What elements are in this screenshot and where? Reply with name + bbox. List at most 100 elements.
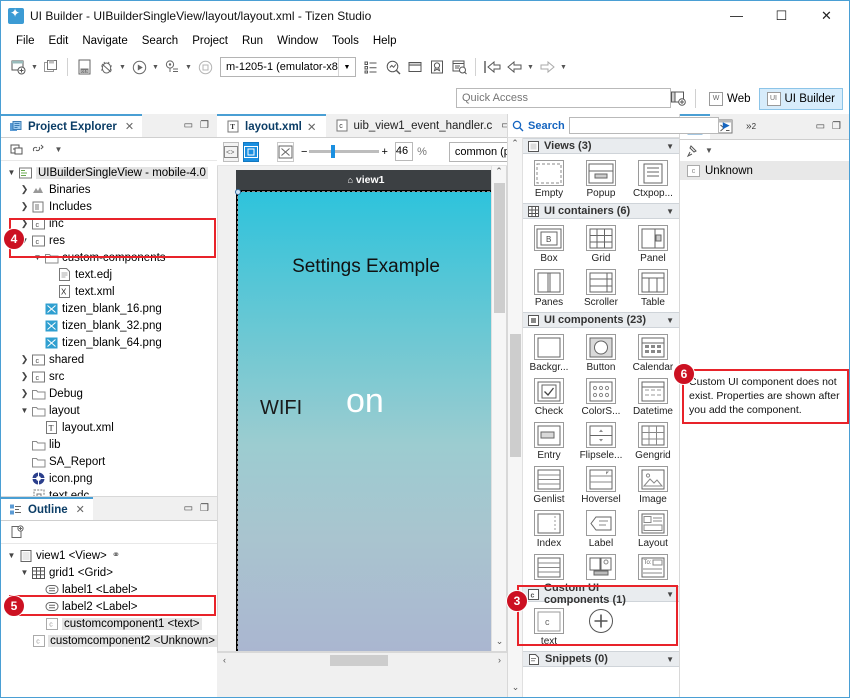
close-button[interactable]: ✕ <box>804 1 849 30</box>
outline-tree-item-row[interactable]: ▼view1 <View>⚭ <box>1 547 217 564</box>
design-view-icon[interactable] <box>243 142 259 162</box>
project-tree-item-row[interactable]: ❯Binaries <box>1 181 217 198</box>
project-tree-item-row[interactable]: tizen_blank_32.png <box>1 317 217 334</box>
close-icon[interactable]: ✕ <box>125 120 134 133</box>
twisty-expanded-icon[interactable]: ▼ <box>18 406 31 415</box>
scroll-left-icon[interactable]: ‹ <box>217 655 232 665</box>
project-tree-item-row[interactable]: ❯Includes <box>1 198 217 215</box>
view-body[interactable]: Settings Example WIFI on <box>238 192 494 652</box>
run-icon[interactable] <box>128 56 150 78</box>
close-icon[interactable]: ✕ <box>307 120 317 134</box>
project-tree-item-row[interactable]: text.edc <box>1 487 217 496</box>
twisty-collapsed-icon[interactable]: ❯ <box>18 218 31 229</box>
perspective-web[interactable]: W Web <box>701 88 758 110</box>
palette-item[interactable]: Entry <box>523 419 575 463</box>
debug-dropdown-icon[interactable]: ▼ <box>117 56 128 78</box>
chevron-down-icon[interactable]: ▼ <box>666 655 674 664</box>
selection-handle[interactable] <box>235 189 241 195</box>
palette-item[interactable]: Panes <box>523 266 575 310</box>
project-tree-item-row[interactable]: ❯cshared <box>1 351 217 368</box>
outline-tree-item-row[interactable]: ▼grid1 <Grid> <box>1 564 217 581</box>
minimize-icon[interactable]: ▭ <box>184 120 193 131</box>
collapse-all-icon[interactable] <box>8 141 25 158</box>
project-tree-item-row[interactable]: ❯Debug <box>1 385 217 402</box>
chevron-down-icon[interactable]: ▼ <box>666 142 674 151</box>
canvas-vertical-scrollbar[interactable]: ⌃ ⌄ <box>491 166 506 651</box>
link-with-editor-icon[interactable] <box>29 141 46 158</box>
close-icon[interactable]: ✕ <box>76 503 85 516</box>
fit-to-window-icon[interactable] <box>277 142 294 162</box>
back-all-icon[interactable] <box>481 56 503 78</box>
palette-section-header[interactable]: Views (3)▼ <box>523 138 679 154</box>
palette-item[interactable] <box>523 551 575 584</box>
scroll-down-icon[interactable]: ⌄ <box>508 682 523 697</box>
palette-item[interactable]: Index <box>523 507 575 551</box>
tab-outline[interactable]: Outline ✕ <box>1 497 93 520</box>
palette-section-header[interactable]: Snippets (0)▼ <box>523 651 679 667</box>
canvas-vscroll-thumb[interactable] <box>494 183 505 313</box>
zoom-slider[interactable]: − + <box>301 146 388 158</box>
palette-item[interactable] <box>575 551 627 584</box>
menu-file[interactable]: File <box>9 33 42 49</box>
palette-vscroll-thumb[interactable] <box>510 334 521 457</box>
report-icon[interactable] <box>448 56 470 78</box>
palette-item[interactable]: Empty <box>523 157 575 201</box>
properties-list[interactable]: c Unknown <box>680 162 849 697</box>
chevron-down-icon[interactable]: ▼ <box>666 316 674 325</box>
scroll-down-icon[interactable]: ⌄ <box>492 636 507 651</box>
perspective-ui-builder[interactable]: UI UI Builder <box>759 88 844 110</box>
palette-vertical-scrollbar[interactable]: ⌃ ⌄ <box>508 138 523 697</box>
search-analysis-icon[interactable] <box>382 56 404 78</box>
canvas-horizontal-scrollbar[interactable]: ‹ › <box>217 652 507 667</box>
zoom-input[interactable]: 46 <box>395 142 413 161</box>
menu-edit[interactable]: Edit <box>42 33 76 49</box>
palette-item[interactable]: Datetime <box>627 375 679 419</box>
outline-tree-item-row[interactable]: ccustomcomponent1 <text> <box>1 615 217 632</box>
outline-tree-item-row[interactable]: ccustomcomponent2 <Unknown> <box>1 632 217 649</box>
scroll-right-icon[interactable]: › <box>492 655 507 665</box>
quick-access-input[interactable] <box>456 88 671 108</box>
project-tree-item-row[interactable]: Tlayout.xml <box>1 419 217 436</box>
palette-item[interactable]: ctext <box>523 605 575 649</box>
outline-tree-item-row[interactable]: label2 <Label> <box>1 598 217 615</box>
palette-item[interactable]: Grid <box>575 222 627 266</box>
palette-section-header[interactable]: cCustom UI components (1)▼ <box>523 586 679 602</box>
profile-dropdown-icon[interactable]: ▼ <box>183 56 194 78</box>
menu-window[interactable]: Window <box>270 33 325 49</box>
palette-item[interactable]: Button <box>575 331 627 375</box>
new-wizard-icon[interactable] <box>7 56 29 78</box>
maximize-icon[interactable]: ❐ <box>832 121 841 132</box>
palette-item[interactable]: Genlist <box>523 463 575 507</box>
menu-tools[interactable]: Tools <box>325 33 366 49</box>
canvas-hscroll-thumb[interactable] <box>330 655 388 666</box>
project-tree-item-row[interactable]: ▼UIBuilderSingleView - mobile-4.0 <box>1 164 217 181</box>
project-tree-item-row[interactable]: ▼cres <box>1 232 217 249</box>
palette-item[interactable]: Ctxpop... <box>627 157 679 201</box>
palette-item[interactable]: Popup <box>575 157 627 201</box>
maximize-button[interactable]: ☐ <box>759 1 804 30</box>
source-view-icon[interactable]: <> <box>223 142 239 162</box>
tab-project-explorer[interactable]: Project Explorer ✕ <box>1 114 142 137</box>
back-icon[interactable] <box>503 56 525 78</box>
zoom-slider-track[interactable] <box>309 150 379 153</box>
twisty-expanded-icon[interactable]: ▼ <box>5 168 18 177</box>
chevron-down-icon[interactable]: ▼ <box>666 207 674 216</box>
pin-icon[interactable] <box>686 144 700 158</box>
palette-item[interactable]: Backgr... <box>523 331 575 375</box>
minimize-icon[interactable]: ▭ <box>184 503 193 514</box>
maximize-icon[interactable]: ❐ <box>200 503 209 514</box>
twisty-collapsed-icon[interactable]: ❯ <box>18 388 31 399</box>
twisty-collapsed-icon[interactable]: ❯ <box>18 371 31 382</box>
project-tree-item-row[interactable]: tizen_blank_16.png <box>1 300 217 317</box>
project-tree-item-row[interactable]: ▼custom-components <box>1 249 217 266</box>
new-element-icon[interactable] <box>8 524 25 541</box>
scroll-up-icon[interactable]: ⌃ <box>508 138 522 153</box>
project-tree-item-row[interactable]: ❯csrc <box>1 368 217 385</box>
palette-item[interactable]: ColorS... <box>575 375 627 419</box>
open-perspective-icon[interactable] <box>404 56 426 78</box>
palette-item[interactable]: Layout <box>627 507 679 551</box>
zoom-slider-thumb[interactable] <box>331 145 335 158</box>
twisty-collapsed-icon[interactable]: ❯ <box>18 184 31 195</box>
build-icon[interactable]: 010 <box>73 56 95 78</box>
view-menu-icon[interactable]: ▼ <box>50 141 67 158</box>
